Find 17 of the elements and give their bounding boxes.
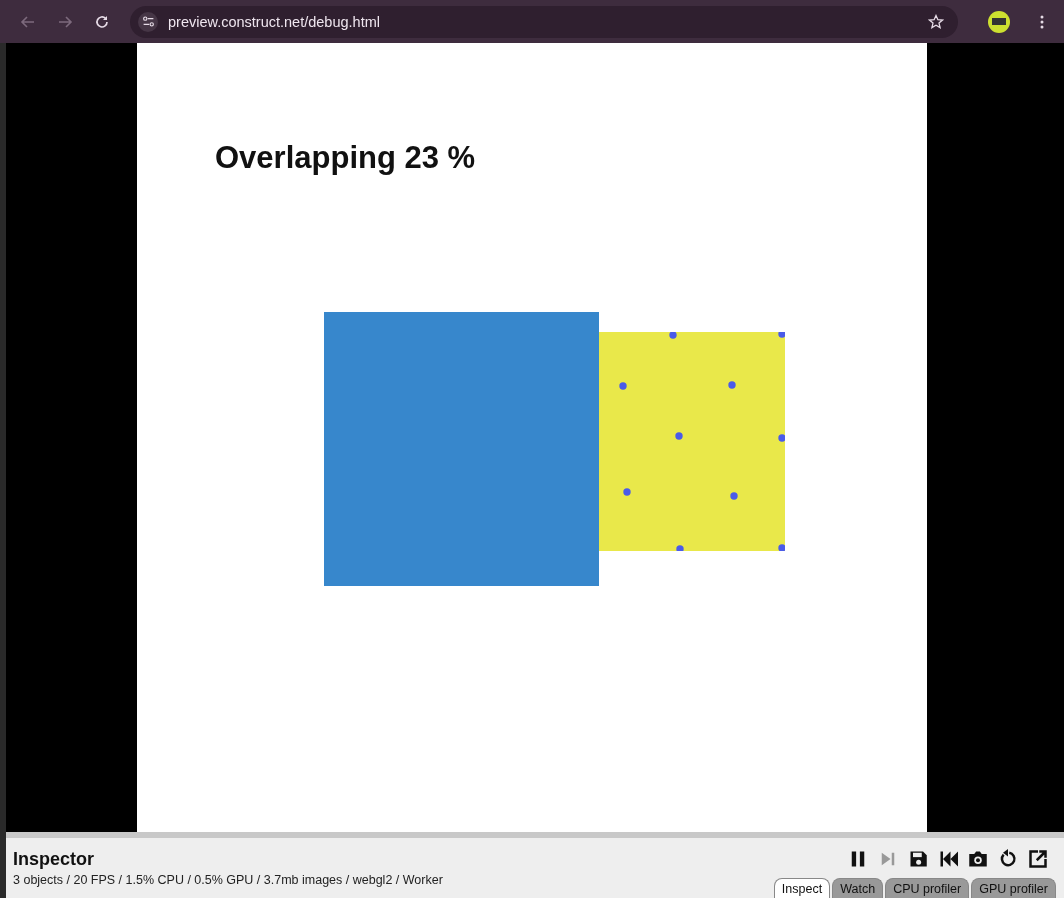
profile-avatar[interactable] (988, 10, 1010, 33)
star-icon[interactable] (928, 13, 944, 30)
stats-text: 3 objects / 20 FPS / 1.5% CPU / 0.5% GPU / 3.7mb images / webgl2 / Worker (13, 873, 443, 887)
address-bar[interactable]: preview.construct.net/debug.html (130, 5, 958, 38)
tab[interactable]: Watch (832, 878, 884, 898)
tab[interactable]: CPU profiler (885, 878, 970, 898)
save-icon[interactable] (908, 849, 928, 869)
rewind-icon[interactable] (938, 849, 958, 869)
site-settings-icon[interactable] (141, 15, 155, 28)
tab[interactable]: Inspect (773, 878, 831, 898)
reload-icon[interactable] (94, 13, 110, 30)
popout-icon[interactable] (1028, 849, 1048, 869)
tab[interactable]: GPU profiler (971, 878, 1056, 898)
overlap-label: Overlapping 23 % (215, 140, 476, 176)
restart-icon[interactable] (998, 849, 1018, 869)
panel-title: Inspector (13, 849, 96, 870)
camera-icon[interactable] (968, 849, 988, 869)
